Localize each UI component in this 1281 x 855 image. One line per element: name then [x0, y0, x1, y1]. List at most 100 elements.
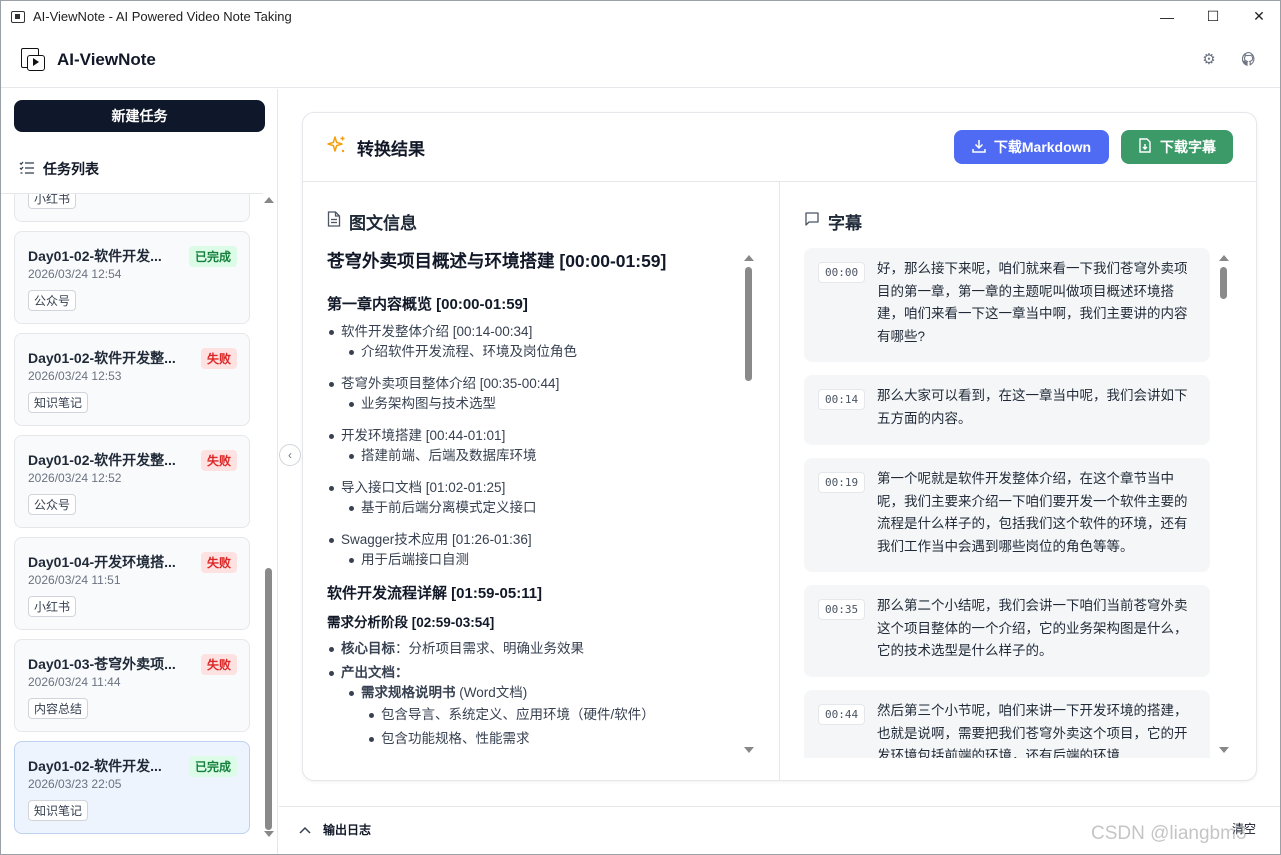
subtitle-title: 字幕: [828, 214, 862, 233]
scroll-down-icon[interactable]: [1219, 747, 1229, 753]
subtitle-item[interactable]: 00:14 那么大家可以看到，在这一章当中呢，我们会讲如下五方面的内容。: [804, 375, 1210, 445]
list-item: 软件开发整体介绍 [00:14-00:34]: [327, 322, 747, 342]
app-header: AI-ViewNote: [1, 32, 1280, 88]
task-tag: 公众号: [28, 494, 77, 515]
output-label: 产出文档: [341, 665, 395, 680]
list-item: 产出文档：: [327, 663, 747, 683]
doc-section-title: 图文信息: [327, 209, 417, 234]
task-date: 2026/03/24 12:53: [28, 369, 122, 383]
task-tag: 小红书: [28, 596, 77, 617]
task-title: Day01-02-软件开发...: [28, 758, 162, 774]
sidebar-scrollbar[interactable]: [263, 193, 275, 844]
scrollbar-thumb[interactable]: [265, 568, 272, 830]
list-item: 核心目标：分析项目需求、明确业务效果: [327, 639, 747, 659]
timestamp[interactable]: 00:00: [818, 262, 866, 283]
scrollbar-thumb[interactable]: [1220, 267, 1227, 299]
task-tag: 知识笔记: [28, 392, 89, 413]
collapse-sidebar-button[interactable]: ‹: [279, 444, 301, 466]
chapter-heading: 第一章内容概览 [00:00-01:59]: [327, 296, 528, 313]
doc-content: 苍穹外卖项目概述与环境搭建 [00:00-01:59] 第一章内容概览 [00:…: [327, 248, 747, 758]
task-card[interactable]: Day01-02-软件开发... 已完成 2026/03/23 22:05 知识笔记: [14, 741, 250, 834]
maximize-icon[interactable]: ☐: [1190, 1, 1236, 32]
scroll-up-icon[interactable]: [744, 255, 754, 261]
subtitle-item[interactable]: 00:44 然后第三个小节呢，咱们来讲一下开发环境的搭建，也就是说啊，需要把我们苍…: [804, 690, 1210, 758]
task-date: 2026/03/24 12:54: [28, 267, 122, 281]
settings-icon[interactable]: ⚙: [1200, 51, 1218, 69]
scroll-up-icon[interactable]: [1219, 255, 1229, 261]
download-subtitle-label: 下载字幕: [1160, 139, 1216, 155]
scroll-up-icon[interactable]: [264, 197, 274, 203]
divider: [779, 182, 780, 780]
result-title-row: 转换结果: [327, 135, 425, 160]
brand-name: AI-ViewNote: [57, 49, 156, 69]
minimize-icon[interactable]: —: [1144, 1, 1190, 32]
github-icon[interactable]: [1240, 51, 1258, 69]
task-card[interactable]: Day01-02-软件开发... 已完成 2026/03/24 12:54 公众号: [14, 231, 250, 324]
subtitle-item[interactable]: 00:35 那么第二个小结呢，我们会讲一下咱们当前苍穹外卖这个项目整体的一个介绍，…: [804, 585, 1210, 677]
result-title: 转换结果: [357, 140, 425, 159]
task-card[interactable]: Day01-04-开发环境搭... 失败 2026/03/24 11:51 小红书: [14, 537, 250, 630]
task-list: 小红书 Day01-02-软件开发... 已完成 2026/03/24 12:54 公…: [1, 193, 263, 844]
logo-icon: [21, 47, 45, 72]
subtitle-scrollbar[interactable]: [1218, 253, 1230, 753]
list-item: 开发环境搭建 [00:44-01:01]: [327, 426, 747, 446]
task-card[interactable]: Day01-02-软件开发整... 失败 2026/03/24 12:53 知识笔记: [14, 333, 250, 426]
task-title: Day01-02-软件开发...: [28, 248, 162, 264]
timestamp[interactable]: 00:35: [818, 599, 866, 620]
subtitle-list: 00:00 好，那么接下来呢，咱们就来看一下我们苍穹外卖项目的第一章，第一章的主题…: [804, 248, 1210, 758]
scroll-down-icon[interactable]: [744, 747, 754, 753]
status-badge: 失败: [200, 348, 237, 369]
task-date: 2026/03/23 22:05: [28, 777, 122, 791]
list-icon: [19, 161, 35, 178]
task-list-label: 任务列表: [43, 161, 99, 177]
doc-heading: 苍穹外卖项目概述与环境搭建 [00:00-01:59]: [327, 251, 667, 271]
app-window: AI-ViewNote - AI Powered Video Note Taki…: [0, 0, 1281, 855]
timestamp[interactable]: 00:44: [818, 704, 866, 725]
list-item: 业务架构图与技术选型: [327, 394, 747, 414]
task-date: 2026/03/24 11:44: [28, 675, 121, 689]
new-task-button[interactable]: 新建任务: [14, 100, 265, 132]
download-markdown-label: 下载Markdown: [993, 139, 1092, 155]
download-subtitle-button[interactable]: 下载字幕: [1121, 130, 1233, 164]
log-label: 输出日志: [323, 823, 372, 837]
task-date: 2026/03/24 11:51: [28, 573, 121, 587]
timestamp[interactable]: 00:19: [818, 472, 866, 493]
title-bar: AI-ViewNote - AI Powered Video Note Taki…: [1, 1, 1280, 32]
subtitle-item[interactable]: 00:00 好，那么接下来呢，咱们就来看一下我们苍穹外卖项目的第一章，第一章的主题…: [804, 248, 1210, 362]
scroll-down-icon[interactable]: [264, 831, 274, 837]
download-markdown-button[interactable]: 下载Markdown: [954, 130, 1109, 164]
subtitle-text: 那么第二个小结呢，我们会讲一下咱们当前苍穹外卖这个项目整体的一个介绍，它的业务架…: [877, 598, 1188, 658]
task-date: 2026/03/24 12:52: [28, 471, 122, 485]
goal-text: ：分析项目需求、明确业务效果: [395, 641, 584, 656]
list-group: Swagger技术应用 [01:26-01:36] 用于后端接口自测: [327, 530, 747, 570]
toggle-log-button[interactable]: 输出日志: [299, 821, 371, 838]
scrollbar-thumb[interactable]: [745, 267, 752, 381]
comment-icon: [804, 211, 820, 232]
task-tag: 公众号: [28, 290, 77, 311]
list-item: 包含导言、系统定义、应用环境（硬件/软件）: [327, 703, 747, 727]
doc-scrollbar[interactable]: [743, 253, 755, 753]
subtitle-text: 第一个呢就是软件开发整体介绍，在这个章节当中呢，我们主要来介绍一下咱们要开发一个…: [877, 471, 1188, 554]
list-item: Swagger技术应用 [01:26-01:36]: [327, 530, 747, 550]
task-title: Day01-04-开发环境搭...: [28, 554, 176, 570]
chevron-up-icon: [299, 823, 311, 837]
timestamp[interactable]: 00:14: [818, 389, 866, 410]
task-card-partial[interactable]: 小红书: [14, 194, 250, 222]
sparkle-icon: [327, 135, 347, 160]
list-item: 苍穹外卖项目整体介绍 [00:35-00:44]: [327, 374, 747, 394]
task-card[interactable]: Day01-03-苍穹外卖项... 失败 2026/03/24 11:44 内容总结: [14, 639, 250, 732]
status-badge: 已完成: [188, 246, 237, 267]
task-card[interactable]: Day01-02-软件开发整... 失败 2026/03/24 12:52 公众号: [14, 435, 250, 528]
subtitle-item[interactable]: 00:19 第一个呢就是软件开发整体介绍，在这个章节当中呢，我们主要来介绍一下咱们…: [804, 458, 1210, 572]
subtitle-text: 然后第三个小节呢，咱们来讲一下开发环境的搭建，也就是说啊，需要把我们苍穹外卖这个…: [877, 703, 1188, 758]
list-item: 搭建前端、后端及数据库环境: [327, 446, 747, 466]
list-group: 软件开发整体介绍 [00:14-00:34] 介绍软件开发流程、环境及岗位角色: [327, 322, 747, 362]
list-item: 用于后端接口自测: [327, 550, 747, 570]
task-title: Day01-03-苍穹外卖项...: [28, 656, 176, 672]
task-tag: 内容总结: [28, 698, 89, 719]
task-list-header: 任务列表: [19, 159, 99, 179]
sidebar: 新建任务 任务列表 小红书 Day01-02-软件开发... 已完成 2026/03…: [1, 89, 278, 854]
chapter-list: 软件开发整体介绍 [00:14-00:34] 介绍软件开发流程、环境及岗位角色苍穹…: [327, 322, 747, 570]
task-title: Day01-02-软件开发整...: [28, 452, 176, 468]
close-icon[interactable]: ✕: [1236, 1, 1280, 32]
